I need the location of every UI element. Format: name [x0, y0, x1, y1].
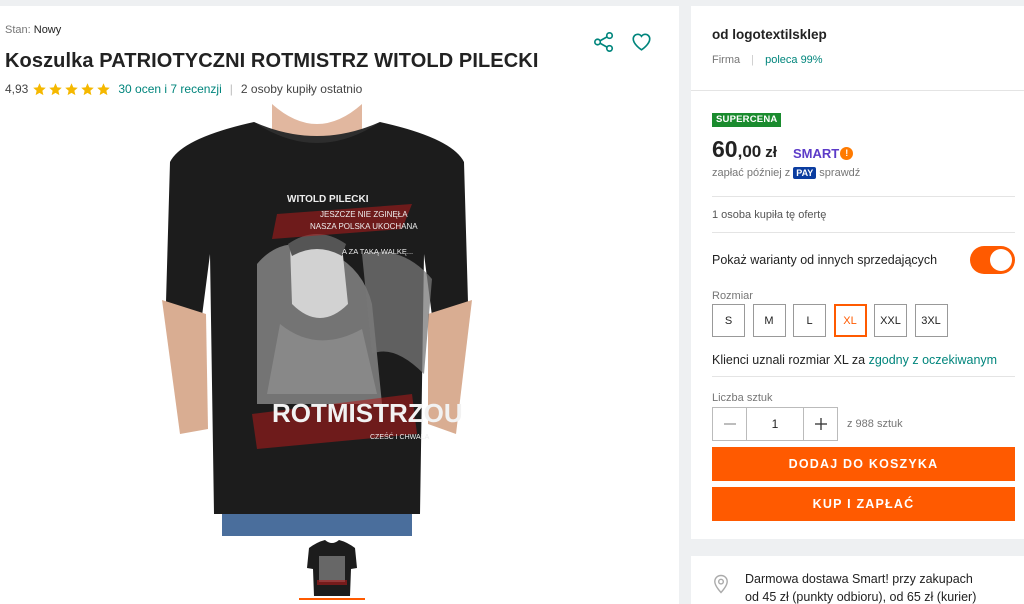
size-option-m[interactable]: M [752, 304, 786, 337]
product-thumbnail[interactable] [299, 538, 365, 600]
recent-buyers: 2 osoby kupiły ostatnio [240, 82, 363, 96]
quantity-label: Liczba sztuk [712, 392, 773, 404]
price-currency: zł [765, 144, 777, 161]
size-fit-info: Klienci uznali rozmiar XL za zgodny z oc… [712, 353, 997, 367]
seller-type: Firma [712, 54, 741, 66]
smart-label: SMART [793, 146, 840, 161]
size-option-xl[interactable]: XL [833, 304, 867, 337]
seller-meta: Firma | poleca 99% [712, 54, 823, 66]
increment-button[interactable] [803, 407, 838, 441]
minus-icon [723, 423, 736, 425]
quantity-available: z 988 sztuk [847, 418, 903, 430]
variants-toggle[interactable] [970, 246, 1015, 274]
plus-icon [814, 418, 827, 430]
rating-value: 4,93 [5, 82, 29, 96]
delivery-line-2: od 45 zł (punkty odbioru), od 65 zł (kur… [745, 590, 977, 604]
star-icon [97, 82, 111, 95]
price: 60,00 zł [712, 136, 777, 163]
size-selector: S M L XL XXL 3XL [712, 304, 955, 337]
pay-later: zapłać później z PAY sprawdź [712, 167, 860, 179]
size-option-3xl[interactable]: 3XL [914, 304, 948, 337]
seller-recommend-link[interactable]: poleca 99% [765, 54, 823, 66]
size-option-xxl[interactable]: XXL [874, 304, 907, 337]
share-icon[interactable] [593, 31, 615, 53]
print-big: ROTMISTRZOU [272, 398, 463, 428]
size-option-l[interactable]: L [793, 304, 826, 337]
print-line-3: A ZA TAKĄ WALKĘ... [342, 247, 413, 256]
bought-count: 1 osoba kupiła tę ofertę [712, 209, 827, 221]
supercena-badge: SUPERCENA [712, 113, 782, 127]
separator: | [229, 82, 233, 96]
size-option-s[interactable]: S [712, 304, 745, 337]
add-to-cart-button[interactable]: DODAJ DO KOSZYKA [712, 447, 1015, 481]
reviews-link[interactable]: 30 ocen i 7 recenzji [118, 82, 221, 96]
print-line-1: JESZCZE NIE ZGINĘŁA [320, 210, 408, 219]
buy-now-button[interactable]: KUP I ZAPŁAĆ [712, 487, 1015, 521]
pay-check-link[interactable]: sprawdź [819, 167, 860, 179]
delivery-info: Darmowa dostawa Smart! przy zakupach od … [745, 570, 976, 604]
pay-later-text: zapłać później z [712, 167, 791, 179]
product-image[interactable]: WITOLD PILECKI JESZCZE NIE ZGINĘŁA NASZA… [162, 104, 472, 536]
condition-value: Nowy [33, 24, 62, 36]
rating-row: 4,93 30 ocen i 7 recenzji | 2 osoby kupi… [5, 81, 362, 97]
separator: | [751, 54, 755, 66]
pay-badge: PAY [793, 167, 817, 179]
fit-link[interactable]: zgodny z oczekiwanym [869, 353, 998, 367]
print-name: WITOLD PILECKI [287, 194, 369, 205]
star-icon [81, 82, 95, 95]
page-title: Koszulka PATRIOTYCZNI ROTMISTRZ WITOLD P… [5, 50, 539, 72]
divider [712, 196, 1015, 197]
quantity-input[interactable]: 1 [747, 407, 803, 441]
smart-badge: SMART ! [793, 146, 854, 161]
location-pin-icon [714, 574, 728, 594]
condition: Stan: Nowy [5, 24, 61, 36]
heart-icon[interactable] [630, 31, 653, 53]
quantity-stepper: 1 z 988 sztuk [712, 407, 903, 441]
star-icon [49, 82, 63, 95]
decrement-button[interactable] [712, 407, 747, 441]
price-main: 60 [712, 136, 738, 162]
star-icon [65, 82, 79, 95]
divider [691, 90, 1024, 91]
star-icon [33, 82, 47, 95]
smart-info-icon[interactable]: ! [840, 147, 854, 160]
print-small: CZEŚĆ I CHWAŁA [370, 432, 430, 441]
divider [712, 232, 1015, 233]
variants-toggle-label: Pokaż warianty od innych sprzedających [712, 253, 938, 267]
delivery-line-1: Darmowa dostawa Smart! przy zakupach [745, 572, 973, 586]
price-cents: ,00 [737, 142, 762, 161]
fit-text: Klienci uznali rozmiar XL za [712, 353, 866, 367]
seller-name[interactable]: od logotextilsklep [712, 27, 827, 42]
print-line-2: NASZA POLSKA UKOCHANA [310, 222, 418, 231]
size-label: Rozmiar [712, 290, 753, 302]
toggle-knob [990, 249, 1012, 271]
rating-stars [32, 82, 112, 97]
condition-label: Stan: [5, 24, 31, 36]
divider [712, 376, 1015, 377]
